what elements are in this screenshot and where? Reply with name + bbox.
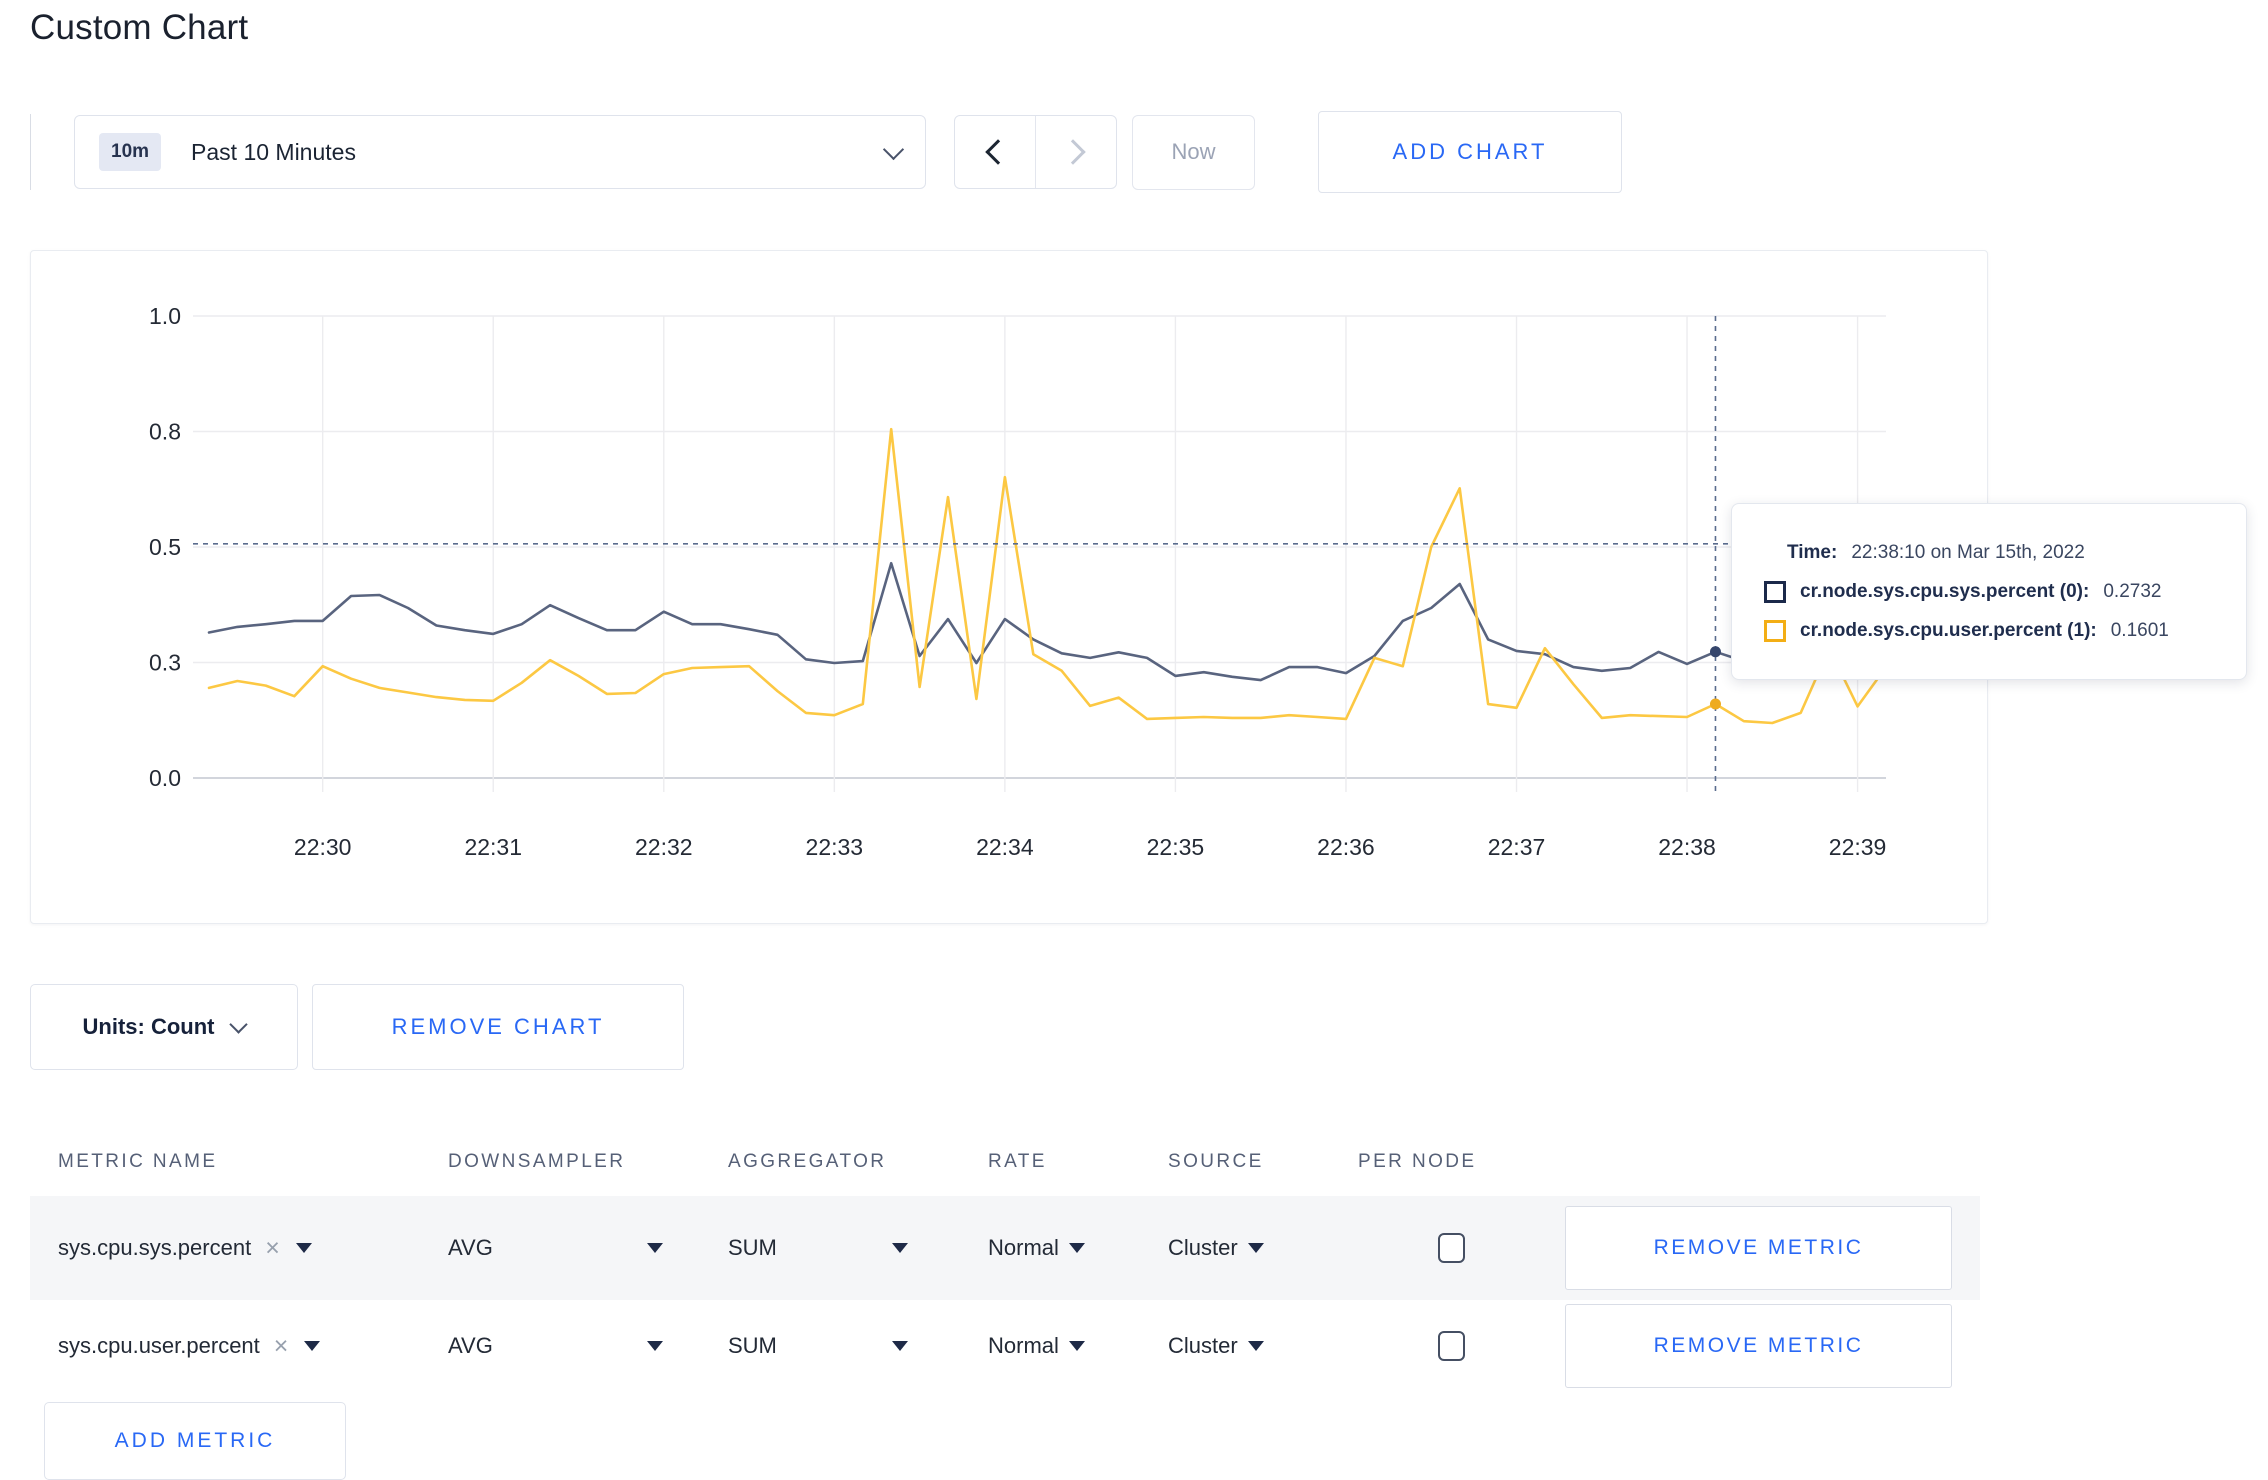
toolbar: 10m Past 10 Minutes Now ADD CHART: [30, 111, 1622, 193]
metric-name-dropdown[interactable]: sys.cpu.user.percent ×: [30, 1333, 420, 1359]
metrics-table-header: METRIC NAME DOWNSAMPLER AGGREGATOR RATE …: [30, 1128, 1980, 1196]
rate-value: Normal: [988, 1333, 1059, 1358]
time-nav-group: [954, 115, 1117, 189]
remove-chart-button[interactable]: REMOVE CHART: [312, 984, 684, 1070]
series-sys-legend-icon: [1764, 580, 1786, 603]
header-downsampler: DOWNSAMPLER: [448, 1151, 626, 1172]
aggregator-value: SUM: [728, 1235, 777, 1260]
table-row: sys.cpu.sys.percent × AVG SUM Normal Clu…: [30, 1196, 1980, 1300]
per-node-checkbox[interactable]: [1438, 1233, 1465, 1263]
svg-text:0.3: 0.3: [149, 650, 181, 676]
metric-name-value: sys.cpu.user.percent: [58, 1333, 260, 1358]
time-range-badge: 10m: [99, 133, 162, 171]
header-aggregator: AGGREGATOR: [728, 1151, 887, 1172]
svg-text:22:33: 22:33: [806, 834, 864, 860]
svg-text:0.5: 0.5: [149, 534, 181, 560]
svg-text:22:30: 22:30: [294, 834, 352, 860]
svg-text:22:31: 22:31: [464, 834, 522, 860]
remove-metric-button[interactable]: REMOVE METRIC: [1565, 1304, 1952, 1388]
aggregator-dropdown[interactable]: SUM: [728, 1333, 908, 1359]
tooltip-series-row: cr.node.sys.cpu.user.percent (1): 0.1601: [1764, 619, 2220, 642]
tooltip-time-label: Time:: [1787, 541, 1838, 563]
header-metric-name: METRIC NAME: [58, 1151, 218, 1172]
svg-text:22:37: 22:37: [1488, 834, 1546, 860]
rate-dropdown[interactable]: Normal: [988, 1333, 1085, 1359]
svg-text:22:32: 22:32: [635, 834, 693, 860]
chevron-down-icon: [882, 138, 905, 160]
tooltip-sys-label: cr.node.sys.cpu.sys.percent (0):: [1800, 580, 2090, 602]
page-title: Custom Chart: [30, 8, 249, 47]
prev-time-button[interactable]: [955, 116, 1035, 188]
svg-text:0.0: 0.0: [149, 765, 181, 791]
per-node-checkbox[interactable]: [1438, 1331, 1465, 1361]
tooltip-user-value: 0.1601: [2110, 619, 2169, 641]
caret-down-icon: [647, 1341, 663, 1351]
downsampler-value: AVG: [448, 1235, 493, 1260]
chevron-down-icon: [229, 1015, 249, 1034]
aggregator-dropdown[interactable]: SUM: [728, 1235, 908, 1261]
caret-down-icon: [1247, 1341, 1264, 1351]
add-chart-button[interactable]: ADD CHART: [1318, 111, 1622, 193]
tooltip-time-row: Time: 22:38:10 on Mar 15th, 2022: [1764, 542, 2220, 564]
chevron-right-icon: [1060, 139, 1086, 165]
now-button[interactable]: Now: [1132, 114, 1255, 190]
units-select[interactable]: Units: Count: [30, 984, 298, 1070]
tooltip-user-label: cr.node.sys.cpu.user.percent (1):: [1800, 619, 2097, 641]
source-value: Cluster: [1168, 1235, 1238, 1260]
svg-text:22:39: 22:39: [1829, 834, 1887, 860]
next-time-button[interactable]: [1035, 116, 1116, 188]
source-dropdown[interactable]: Cluster: [1168, 1235, 1264, 1261]
time-range-label: Past 10 Minutes: [191, 138, 356, 165]
caret-down-icon: [647, 1243, 663, 1253]
remove-metric-x-icon[interactable]: ×: [265, 1235, 280, 1261]
metric-name-value: sys.cpu.sys.percent: [58, 1235, 252, 1260]
tooltip-series-row: cr.node.sys.cpu.sys.percent (0): 0.2732: [1764, 580, 2220, 603]
header-source: SOURCE: [1168, 1151, 1264, 1172]
rate-value: Normal: [988, 1235, 1059, 1260]
remove-metric-x-icon[interactable]: ×: [274, 1333, 289, 1359]
tooltip-sys-value: 0.2732: [2103, 580, 2162, 602]
metric-name-dropdown[interactable]: sys.cpu.sys.percent ×: [30, 1235, 420, 1261]
tooltip-time-value: 22:38:10 on Mar 15th, 2022: [1851, 541, 2085, 563]
rate-dropdown[interactable]: Normal: [988, 1235, 1085, 1261]
chart-tooltip: Time: 22:38:10 on Mar 15th, 2022 cr.node…: [1731, 503, 2247, 680]
caret-down-icon: [1068, 1341, 1085, 1351]
series-user-legend-icon: [1764, 619, 1786, 642]
caret-down-icon: [304, 1341, 321, 1351]
downsampler-dropdown[interactable]: AVG: [448, 1235, 663, 1261]
caret-down-icon: [892, 1341, 908, 1351]
add-metric-button[interactable]: ADD METRIC: [44, 1402, 346, 1480]
toolbar-divider: [30, 114, 31, 190]
downsampler-dropdown[interactable]: AVG: [448, 1333, 663, 1359]
caret-down-icon: [1068, 1243, 1085, 1253]
caret-down-icon: [892, 1243, 908, 1253]
caret-down-icon: [295, 1243, 312, 1253]
chart-card: 0.0 0.3 0.5 0.8 1.0 22:30 22:31 22:32 22:33 22:34…: [30, 250, 2247, 924]
time-range-select[interactable]: 10m Past 10 Minutes: [74, 115, 926, 189]
remove-metric-button[interactable]: REMOVE METRIC: [1565, 1206, 1952, 1290]
svg-text:22:38: 22:38: [1658, 834, 1716, 860]
metrics-table: METRIC NAME DOWNSAMPLER AGGREGATOR RATE …: [30, 1128, 1980, 1392]
aggregator-value: SUM: [728, 1333, 777, 1358]
source-dropdown[interactable]: Cluster: [1168, 1333, 1264, 1359]
chevron-left-icon: [985, 139, 1011, 165]
downsampler-value: AVG: [448, 1333, 493, 1358]
header-rate: RATE: [988, 1151, 1047, 1172]
header-per-node: PER NODE: [1358, 1151, 1477, 1172]
units-label: Units: Count: [82, 1014, 215, 1039]
caret-down-icon: [1247, 1243, 1264, 1253]
source-value: Cluster: [1168, 1333, 1238, 1358]
chart-canvas[interactable]: 0.0 0.3 0.5 0.8 1.0 22:30 22:31 22:32 22:33 22:34…: [31, 251, 1987, 923]
svg-text:22:36: 22:36: [1317, 834, 1375, 860]
svg-text:0.8: 0.8: [149, 419, 181, 445]
svg-text:22:35: 22:35: [1147, 834, 1205, 860]
svg-text:1.0: 1.0: [149, 303, 181, 329]
table-row: sys.cpu.user.percent × AVG SUM Normal Cl…: [30, 1300, 1980, 1392]
svg-text:22:34: 22:34: [976, 834, 1034, 860]
